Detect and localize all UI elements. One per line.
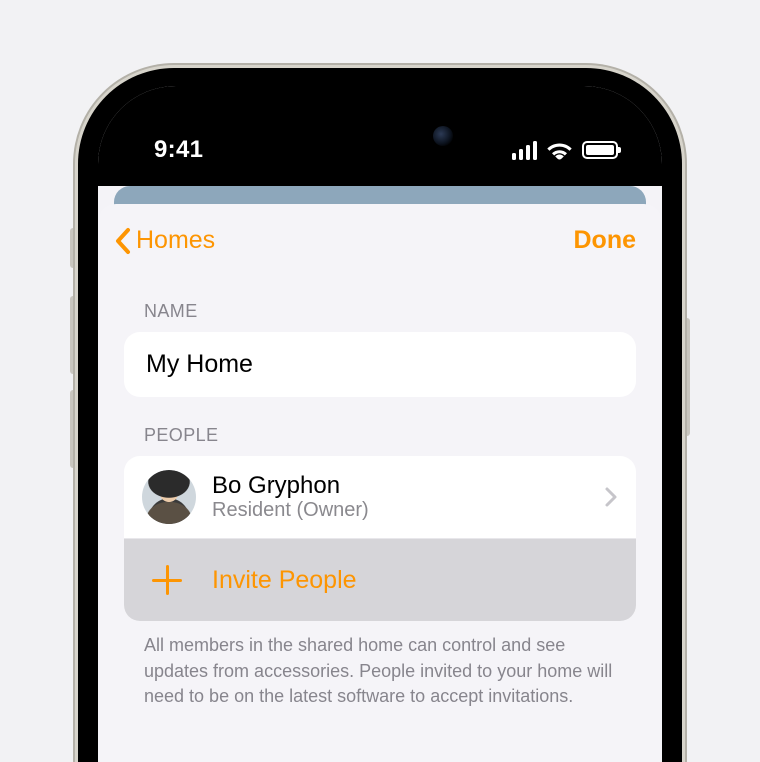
status-time: 9:41 — [154, 136, 203, 164]
dynamic-island — [289, 110, 471, 162]
sheet-content: NAME My Home PEOPLE Bo Gryphon Resident … — [98, 301, 662, 710]
person-name: Bo Gryphon — [212, 472, 582, 500]
volume-down-button — [70, 390, 78, 468]
cellular-icon — [512, 141, 538, 160]
person-role: Resident (Owner) — [212, 499, 582, 522]
volume-up-button — [70, 296, 78, 374]
plus-icon — [146, 559, 188, 601]
name-section-label: NAME — [144, 301, 636, 322]
phone-frame: 9:41 — [78, 68, 682, 762]
invite-label: Invite People — [212, 566, 618, 595]
phone-bezel: 9:41 — [78, 68, 682, 762]
people-footer-text: All members in the shared home can contr… — [124, 621, 636, 710]
chevron-right-icon — [594, 486, 618, 508]
phone-screen: 9:41 — [98, 86, 662, 762]
power-button — [682, 318, 690, 436]
person-text: Bo Gryphon Resident (Owner) — [212, 472, 582, 523]
invite-people-button[interactable]: Invite People — [124, 538, 636, 621]
home-name-input[interactable]: My Home — [124, 332, 636, 397]
settings-sheet: Homes Done NAME My Home PEOPLE Bo G — [98, 204, 662, 762]
nav-bar: Homes Done — [98, 204, 662, 273]
person-row[interactable]: Bo Gryphon Resident (Owner) — [124, 456, 636, 538]
front-camera — [433, 126, 453, 146]
avatar — [142, 470, 196, 524]
status-icons — [512, 141, 619, 160]
wifi-icon — [547, 141, 572, 160]
people-card: Bo Gryphon Resident (Owner) Invite Peopl… — [124, 456, 636, 621]
chevron-left-icon — [114, 227, 132, 255]
done-button[interactable]: Done — [574, 226, 637, 255]
side-button — [70, 228, 78, 268]
people-section-label: PEOPLE — [144, 425, 636, 446]
name-card: My Home — [124, 332, 636, 397]
back-button[interactable]: Homes — [114, 226, 215, 255]
battery-icon — [582, 141, 618, 159]
back-label: Homes — [136, 226, 215, 255]
